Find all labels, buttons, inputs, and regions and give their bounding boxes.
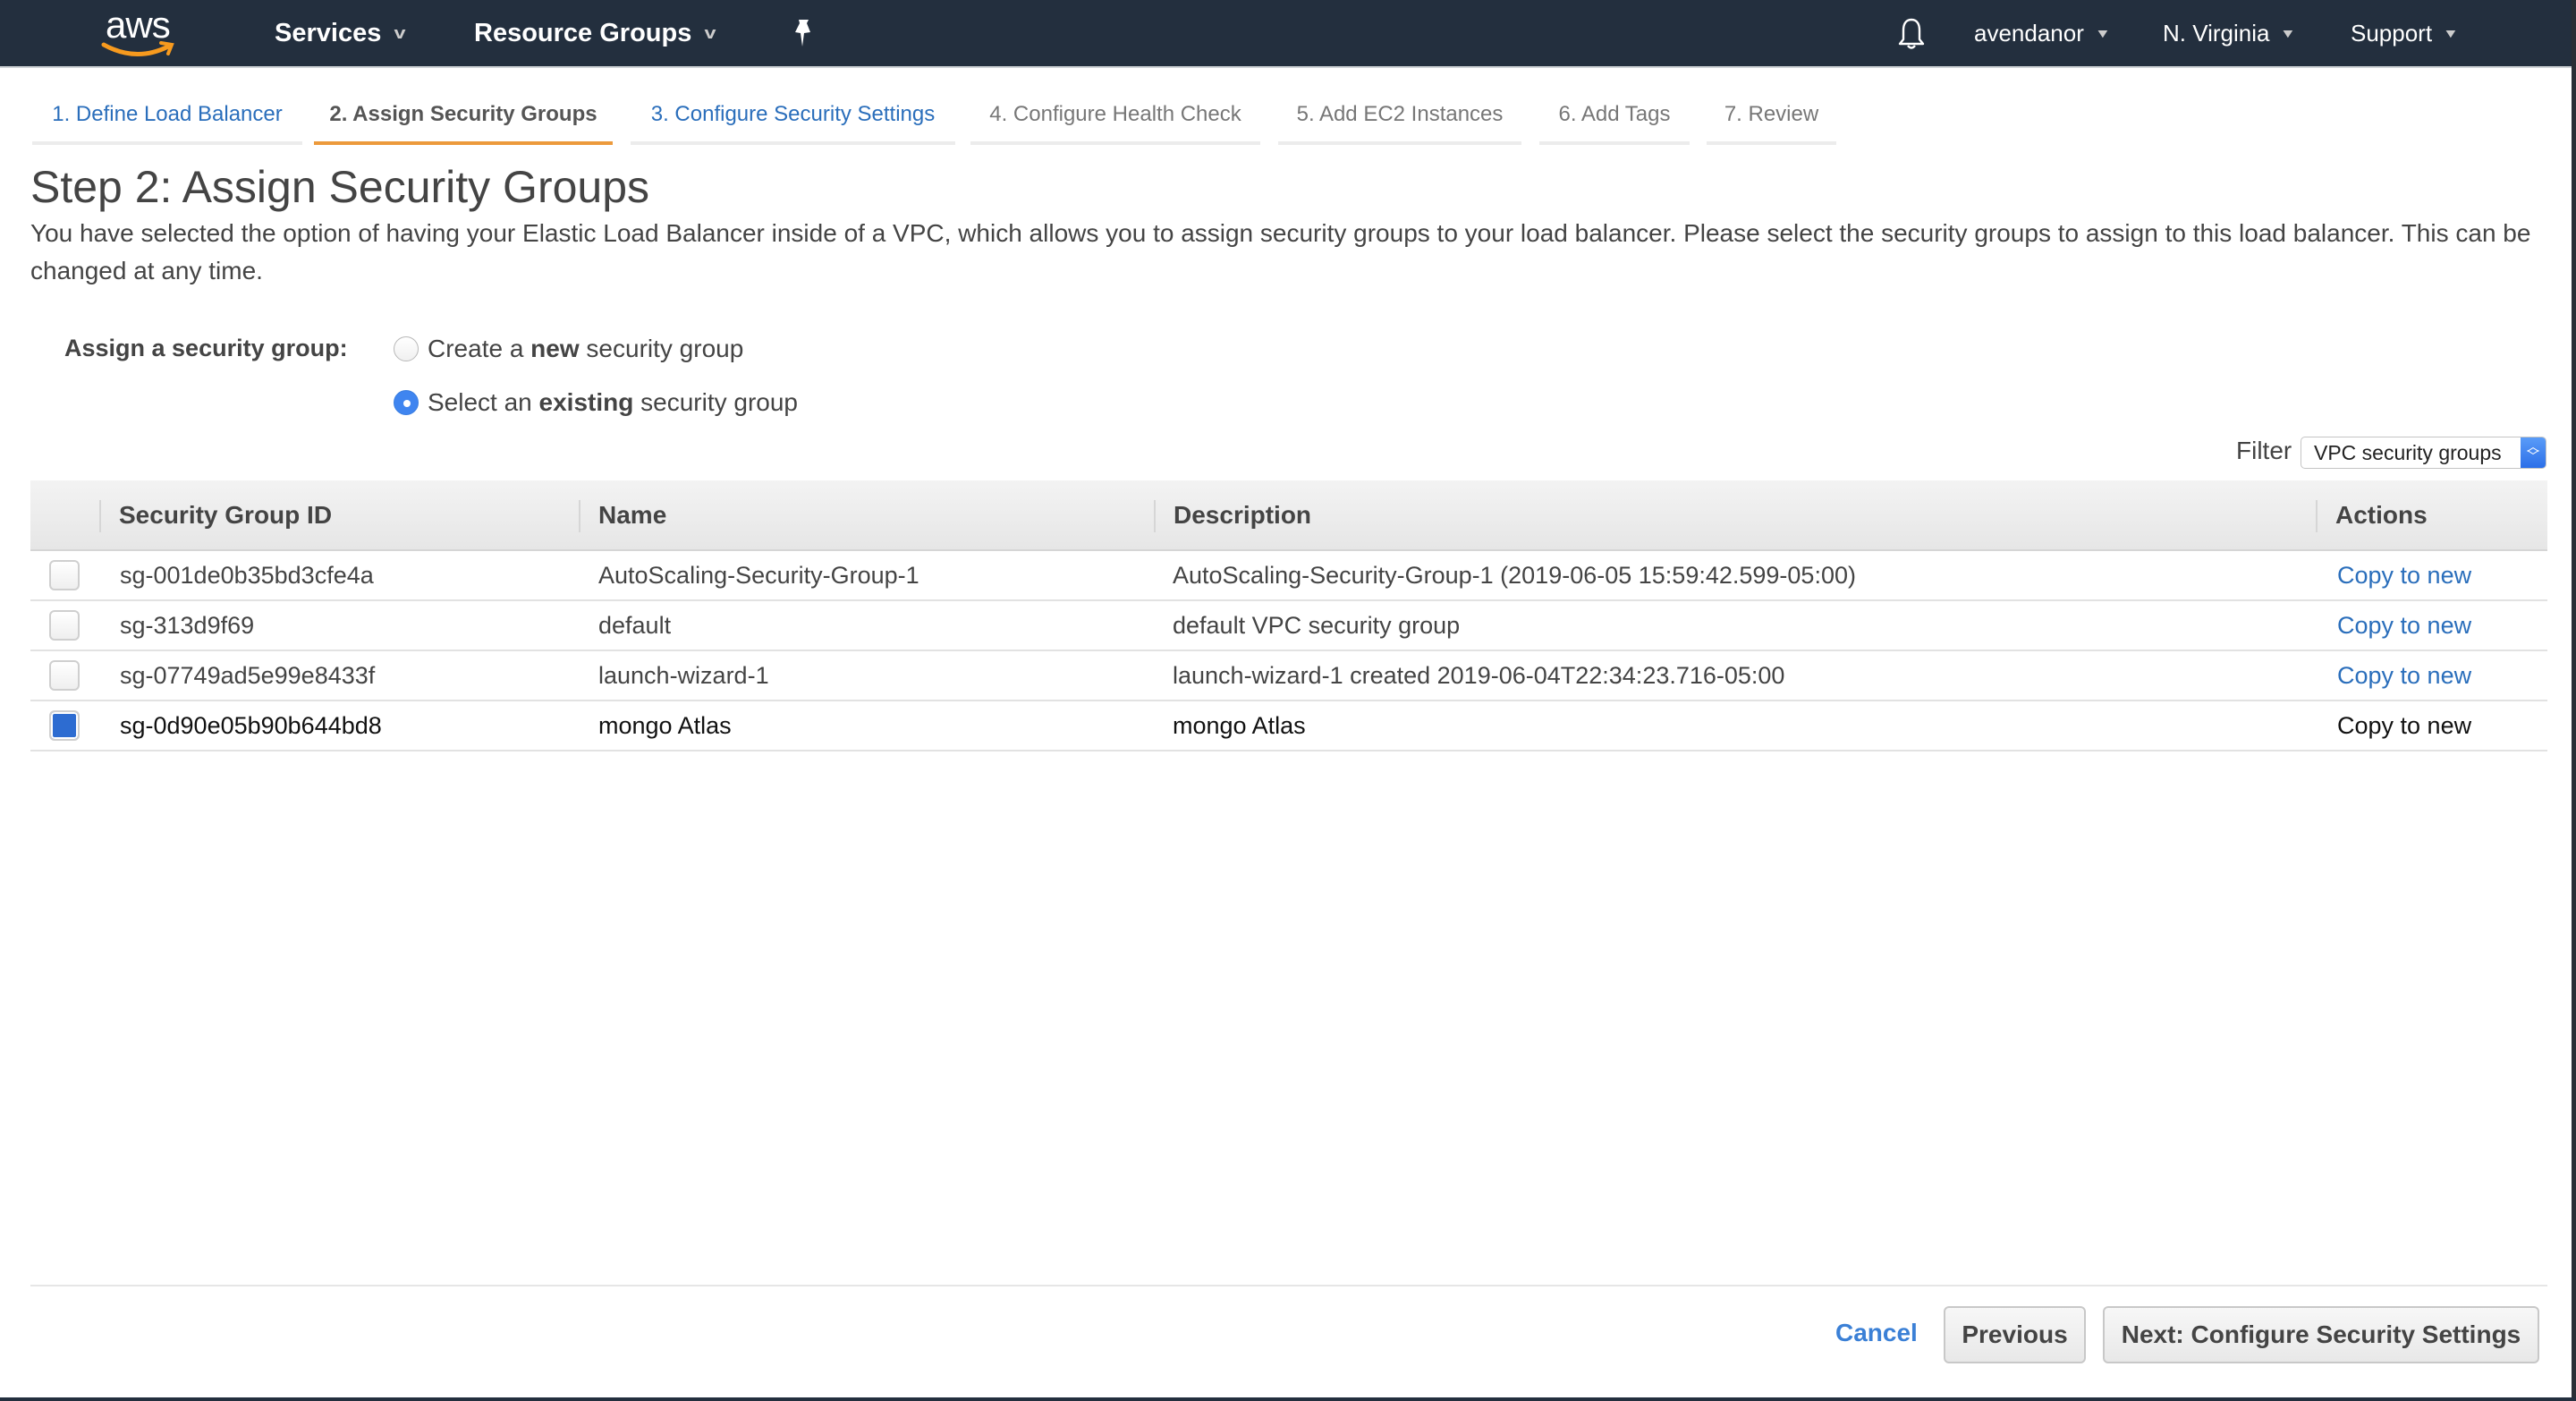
cell-security-group-id: sg-001de0b35bd3cfe4a — [120, 561, 374, 589]
table-body: sg-001de0b35bd3cfe4a AutoScaling-Securit… — [30, 551, 2547, 751]
region-menu[interactable]: N. Virginia ▼ — [2163, 0, 2297, 66]
tab-underline — [1278, 141, 1521, 145]
column-header-security-group-id[interactable]: Security Group ID — [101, 480, 332, 549]
pin-icon[interactable] — [791, 18, 816, 48]
table-row[interactable]: sg-313d9f69 default default VPC security… — [30, 601, 2547, 651]
support-menu[interactable]: Support ▼ — [2351, 0, 2460, 66]
page-description: You have selected the option of having y… — [30, 219, 2531, 284]
cell-name: AutoScaling-Security-Group-1 — [598, 561, 919, 589]
aws-logo[interactable]: aws — [100, 4, 181, 57]
tab-underline — [1539, 141, 1690, 145]
radio-button[interactable] — [394, 336, 419, 361]
cancel-button[interactable]: Cancel — [1835, 1319, 1918, 1347]
chevron-down-icon: v — [394, 23, 406, 42]
radio-label-suffix: security group — [633, 388, 798, 416]
caret-down-icon: ▼ — [2094, 26, 2111, 40]
row-checkbox[interactable] — [49, 710, 80, 741]
row-checkbox[interactable] — [49, 660, 80, 691]
cell-security-group-id: sg-07749ad5e99e8433f — [120, 661, 376, 689]
window-border-right — [2572, 0, 2576, 1401]
tab-label: 7. Review — [1724, 102, 1819, 126]
radio-label-prefix: Create a — [428, 335, 531, 362]
cell-security-group-id: sg-313d9f69 — [120, 611, 255, 639]
tab-label: 2. Assign Security Groups — [329, 102, 597, 126]
cell-description: mongo Atlas — [1173, 711, 1306, 739]
user-menu[interactable]: avendanor ▼ — [1974, 0, 2111, 66]
region-name: N. Virginia — [2163, 19, 2270, 47]
next-configure-security-settings-button[interactable]: Next: Configure Security Settings — [2103, 1306, 2539, 1363]
table-row[interactable]: sg-001de0b35bd3cfe4a AutoScaling-Securit… — [30, 551, 2547, 601]
tab-label: 5. Add EC2 Instances — [1296, 102, 1504, 126]
column-header-description[interactable]: Description — [1156, 480, 1311, 549]
cell-description: default VPC security group — [1173, 611, 1461, 639]
cell-name: mongo Atlas — [598, 711, 732, 739]
copy-to-new-link[interactable]: Copy to new — [2337, 601, 2471, 650]
chevron-down-icon: v — [704, 23, 716, 42]
filter-selected-value: VPC security groups — [2314, 441, 2502, 464]
column-header-actions: Actions — [2335, 500, 2428, 529]
tab-underline — [32, 141, 302, 145]
cell-name: launch-wizard-1 — [598, 661, 769, 689]
tab-underline — [314, 141, 613, 145]
page-title: Step 2: Assign Security Groups — [30, 162, 650, 212]
tab-underline — [631, 141, 955, 145]
copy-to-new-link[interactable]: Copy to new — [2337, 701, 2471, 750]
row-checkbox[interactable] — [49, 560, 80, 590]
radio-button[interactable] — [394, 390, 419, 415]
window-border-bottom — [0, 1397, 2576, 1401]
table-row[interactable]: sg-0d90e05b90b644bd8 mongo Atlas mongo A… — [30, 701, 2547, 751]
aws-smile-icon — [101, 41, 174, 56]
tab-label: 3. Configure Security Settings — [650, 102, 936, 126]
column-header-name[interactable]: Name — [580, 480, 666, 549]
wizard-tab-configure-health-check[interactable]: 4. Configure Health Check — [970, 93, 1260, 145]
radio-label: Create a new security group — [428, 335, 743, 363]
cell-description: AutoScaling-Security-Group-1 (2019-06-05… — [1173, 561, 1856, 589]
radio-label-suffix: security group — [579, 335, 744, 362]
tab-underline — [970, 141, 1260, 145]
security-groups-table: Security Group ID Name Description Actio… — [30, 480, 2547, 751]
tab-label: 6. Add Tags — [1558, 102, 1671, 126]
wizard-tab-configure-security-settings[interactable]: 3. Configure Security Settings — [631, 93, 955, 145]
select-stepper-icon: ︿ ﹀ — [2521, 437, 2546, 468]
row-checkbox[interactable] — [49, 610, 80, 641]
caret-down-icon: ▼ — [2442, 26, 2460, 40]
services-menu[interactable]: Services v — [275, 0, 406, 66]
wizard-tab-assign-security-groups[interactable]: 2. Assign Security Groups — [314, 93, 613, 145]
caret-down-icon: ▼ — [2280, 26, 2297, 40]
filter-label: Filter — [2236, 437, 2292, 464]
wizard-tab-review[interactable]: 7. Review — [1707, 93, 1836, 145]
resource-groups-label: Resource Groups — [474, 18, 692, 47]
radio-label: Select an existing security group — [428, 388, 798, 417]
wizard-tab-add-ec2-instances[interactable]: 5. Add EC2 Instances — [1278, 93, 1521, 145]
tab-underline — [1707, 141, 1836, 145]
wizard-tab-define-load-balancer[interactable]: 1. Define Load Balancer — [32, 93, 302, 145]
radio-select-existing-security-group[interactable]: Select an existing security group — [394, 388, 798, 417]
cell-name: default — [598, 611, 672, 639]
copy-to-new-link[interactable]: Copy to new — [2337, 651, 2471, 700]
table-row[interactable]: sg-07749ad5e99e8433f launch-wizard-1 lau… — [30, 651, 2547, 701]
services-label: Services — [275, 18, 382, 47]
wizard-tab-add-tags[interactable]: 6. Add Tags — [1539, 93, 1690, 145]
user-name: avendanor — [1974, 19, 2084, 47]
bell-icon[interactable] — [1896, 16, 1927, 52]
filter-select[interactable]: VPC security groups ︿ ﹀ — [2301, 437, 2546, 469]
tab-label: 4. Configure Health Check — [989, 102, 1241, 126]
tab-label: 1. Define Load Balancer — [52, 102, 283, 126]
resource-groups-menu[interactable]: Resource Groups v — [474, 0, 716, 66]
copy-to-new-link[interactable]: Copy to new — [2337, 551, 2471, 599]
cell-security-group-id: sg-0d90e05b90b644bd8 — [120, 711, 382, 739]
radio-create-new-security-group[interactable]: Create a new security group — [394, 335, 743, 363]
top-navigation-bar: aws Services v Resource Groups v avendan… — [0, 0, 2576, 68]
assign-security-group-label: Assign a security group: — [64, 335, 348, 361]
footer-divider — [30, 1285, 2547, 1286]
previous-button[interactable]: Previous — [1944, 1306, 2086, 1363]
radio-label-prefix: Select an — [428, 388, 539, 416]
radio-label-bold: new — [530, 335, 580, 362]
support-label: Support — [2351, 19, 2433, 47]
table-header: Security Group ID Name Description Actio… — [30, 480, 2547, 551]
radio-label-bold: existing — [538, 388, 634, 416]
cell-description: launch-wizard-1 created 2019-06-04T22:34… — [1173, 661, 1785, 689]
